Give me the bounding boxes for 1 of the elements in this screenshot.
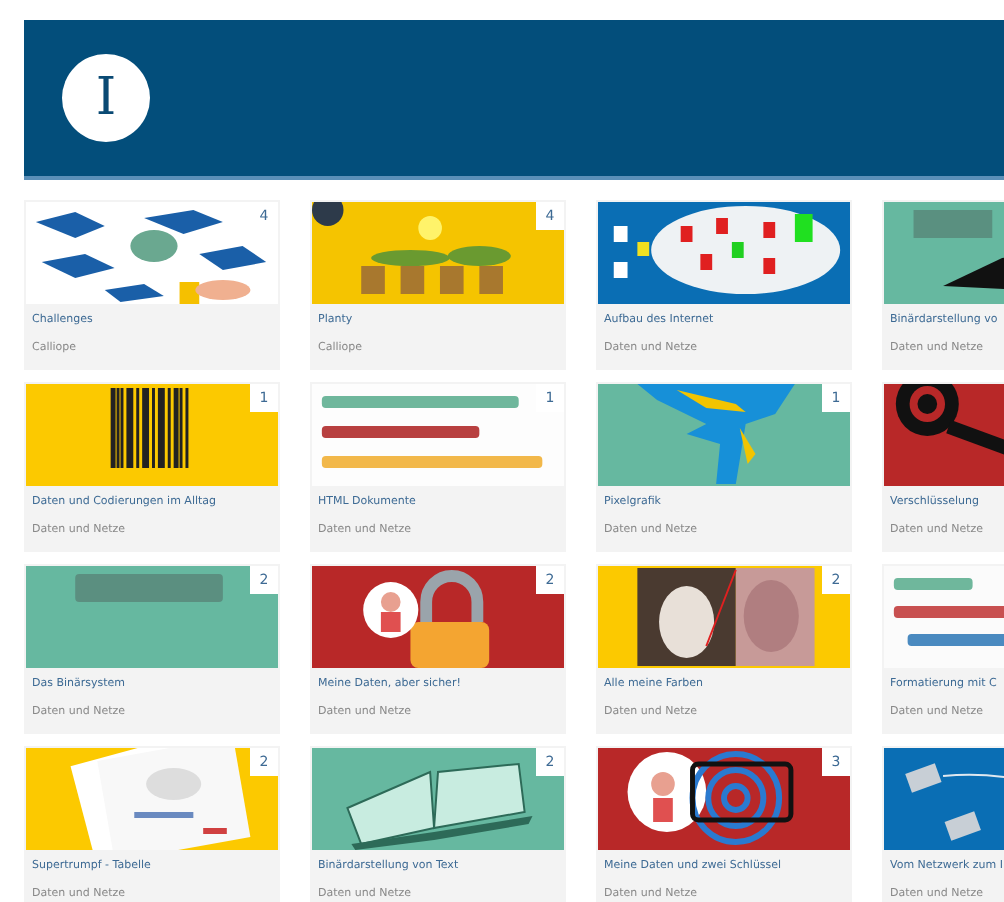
- logo[interactable]: I: [62, 54, 150, 142]
